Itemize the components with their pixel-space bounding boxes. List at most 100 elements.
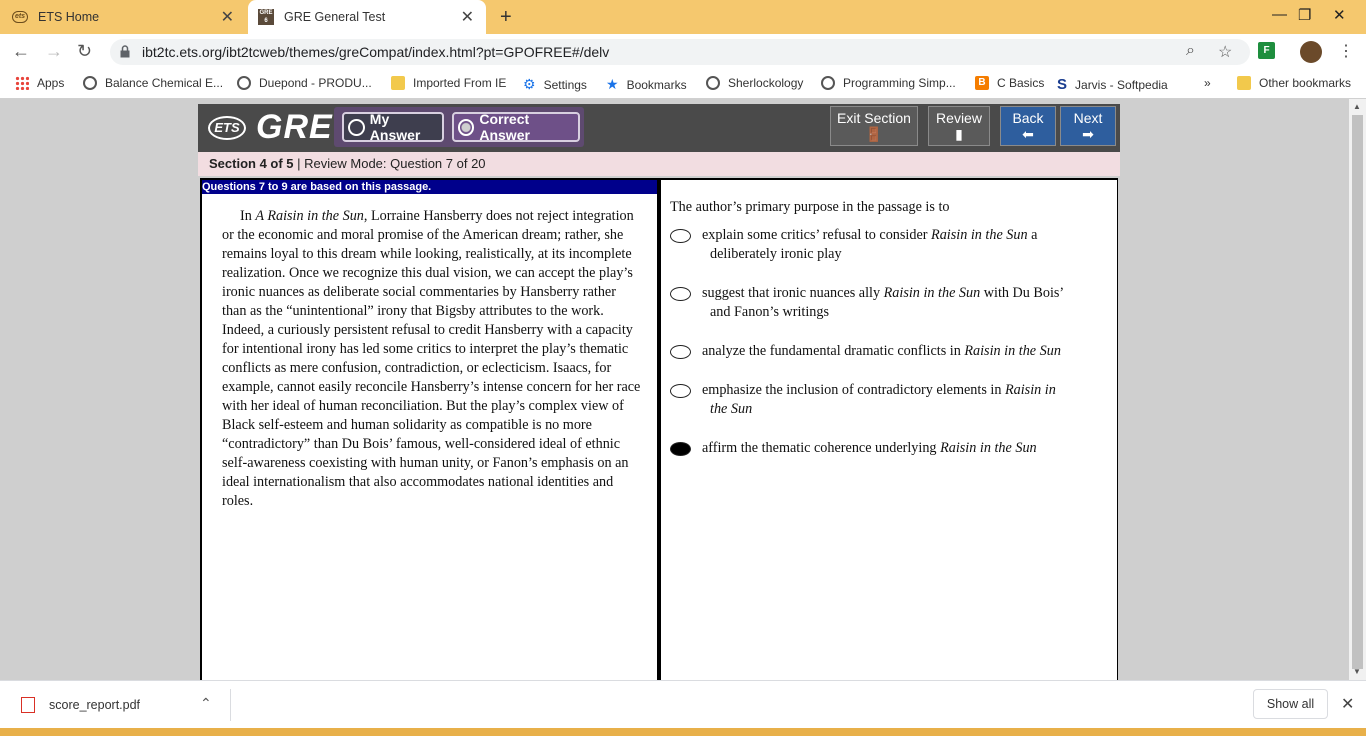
section-indicator: Section 4 of 5 [209,156,294,171]
browser-toolbar: ← → ↻ ibt2tc.ets.org/ibt2tcweb/themes/gr… [0,34,1366,70]
ets-logo: ETS [208,116,246,140]
correct-answer-button[interactable]: Correct Answer [452,111,580,143]
review-button[interactable]: Review ▮ [928,106,990,146]
passage-intro: In [240,208,252,224]
choice-text-continued: deliberately ironic play [710,246,842,262]
question-pane: The author’s primary purpose in the pass… [661,180,1117,682]
softpedia-icon: S [1057,76,1068,93]
bookmark-label: Other bookmarks [1259,76,1352,90]
tab-gre-general-test[interactable]: GRE 6 GRE General Test ✕ [248,0,486,34]
question-panes: Questions 7 to 9 are based on this passa… [200,178,1118,682]
url-text: ibt2tc.ets.org/ibt2tcweb/themes/greCompa… [142,44,610,60]
next-label: Next [1073,110,1103,126]
bookmark-c-basics[interactable]: B C Basics [975,76,1044,90]
window-close-icon[interactable]: ✕ [1333,6,1346,24]
bookmark-label: Programming Simp... [843,76,956,90]
reload-icon[interactable]: ↻ [77,41,92,62]
globe-icon [237,76,251,90]
download-file-name[interactable]: score_report.pdf [49,698,140,712]
zoom-search-icon[interactable]: ⌕ [1186,42,1195,60]
answer-view-toggle: My Answer Correct Answer [334,107,584,147]
globe-icon [706,76,720,90]
forward-arrow-icon[interactable]: → [45,41,63,62]
passage-header: Questions 7 to 9 are based on this passa… [202,180,657,194]
radio-icon [348,118,365,136]
passage-text: In A Raisin in the Sun, Lorraine Hansber… [222,207,642,511]
radio-icon[interactable] [670,229,691,243]
bookmark-other-bookmarks[interactable]: Other bookmarks [1237,76,1351,90]
bookmark-star-icon[interactable]: ☆ [1218,42,1232,62]
choice-text: affirm the thematic coherence underlying [702,440,937,456]
exit-section-button[interactable]: Exit Section 🚪 [830,106,918,146]
choice-text: suggest that ironic nuances ally [702,285,881,301]
bookmarks-bar: Apps Balance Chemical E... Duepond - PRO… [0,70,1366,98]
menu-kebab-icon[interactable]: ⋮ [1338,41,1354,61]
page-viewport: ETS GRE My Answer Correct Answer Exit Se… [0,98,1366,682]
radio-selected-icon[interactable] [670,442,691,456]
taskbar-edge [0,728,1366,736]
chevron-double-right-icon: » [1204,76,1211,90]
gre-logo: GRE [256,108,333,146]
next-button[interactable]: Next ➡ [1060,106,1116,146]
new-tab-plus-icon[interactable]: + [500,6,512,29]
review-label: Review [936,110,982,126]
back-arrow-icon[interactable]: ← [12,41,30,62]
bookmark-bookmarks[interactable]: ★ Bookmarks [606,76,687,93]
address-bar[interactable]: ibt2tc.ets.org/ibt2tcweb/themes/greCompa… [110,39,1250,65]
bookmark-sherlockology[interactable]: Sherlockology [706,76,803,90]
door-icon: 🚪 [865,126,883,142]
show-all-button[interactable]: Show all [1253,689,1328,719]
bookmark-label: Bookmarks [626,77,687,92]
bookmark-imported-from-ie[interactable]: Imported From IE [391,76,506,90]
bookmark-balance-chemical[interactable]: Balance Chemical E... [83,76,223,90]
bookmark-duepond[interactable]: Duepond - PRODU... [237,76,372,90]
bookmark-jarvis-softpedia[interactable]: S Jarvis - Softpedia [1057,76,1168,93]
page-scrollbar[interactable]: ▲ ▼ [1349,99,1366,681]
chevron-up-icon[interactable]: ⌃ [200,695,212,712]
extension-icon[interactable]: F [1258,42,1275,59]
arrow-right-icon: ➡ [1082,126,1094,142]
bookmark-apps[interactable]: Apps [15,76,64,90]
bookmark-label: Imported From IE [413,76,507,90]
choice-title: Raisin in the Sun [940,440,1037,456]
back-label: Back [1012,110,1044,126]
answer-choice-a[interactable]: explain some critics’ refusal to conside… [670,226,1100,264]
my-answer-button[interactable]: My Answer [342,111,444,143]
radio-icon[interactable] [670,345,691,359]
tab-ets-home[interactable]: ets ETS Home ✕ [12,0,246,34]
arrow-left-icon: ⬅ [1022,126,1034,142]
radio-icon[interactable] [670,384,691,398]
my-answer-label: My Answer [369,111,421,143]
minimize-icon[interactable]: — [1272,6,1287,23]
answer-choice-c[interactable]: analyze the fundamental dramatic conflic… [670,342,1100,361]
choice-title: Raisin in [1004,382,1056,398]
choice-text: a [1031,227,1038,243]
bookmark-programming-simplified[interactable]: Programming Simp... [821,76,956,90]
bookmark-label: Settings [543,77,587,92]
answer-choice-d[interactable]: emphasize the inclusion of contradictory… [670,381,1100,419]
lock-icon [120,45,130,58]
bookmark-settings[interactable]: ⚙ Settings [523,76,587,93]
ets-favicon-icon: ets [12,11,28,23]
restore-icon[interactable]: ❐ [1298,6,1311,24]
globe-icon [821,76,835,90]
choice-title: Raisin in the Sun [964,343,1061,359]
scroll-down-icon[interactable]: ▼ [1353,667,1361,676]
scroll-thumb[interactable] [1352,115,1363,669]
bookmarks-overflow[interactable]: » [1204,76,1211,90]
avatar[interactable] [1300,41,1322,63]
gear-icon: ⚙ [523,76,536,92]
answer-choice-b[interactable]: suggest that ironic nuances ally Raisin … [670,284,1100,322]
close-icon[interactable]: ✕ [461,7,474,27]
radio-icon[interactable] [670,287,691,301]
star-icon: ★ [606,76,619,92]
scroll-up-icon[interactable]: ▲ [1353,102,1361,111]
close-icon[interactable]: ✕ [221,7,234,27]
folder-icon [1237,76,1251,90]
question-stem: The author’s primary purpose in the pass… [670,199,950,215]
answer-choice-e[interactable]: affirm the thematic coherence underlying… [670,439,1100,458]
close-icon[interactable]: ✕ [1341,694,1354,714]
browser-tab-strip: ets ETS Home ✕ GRE 6 GRE General Test ✕ … [0,0,1366,34]
correct-answer-label: Correct Answer [479,111,530,143]
back-button[interactable]: Back ⬅ [1000,106,1056,146]
